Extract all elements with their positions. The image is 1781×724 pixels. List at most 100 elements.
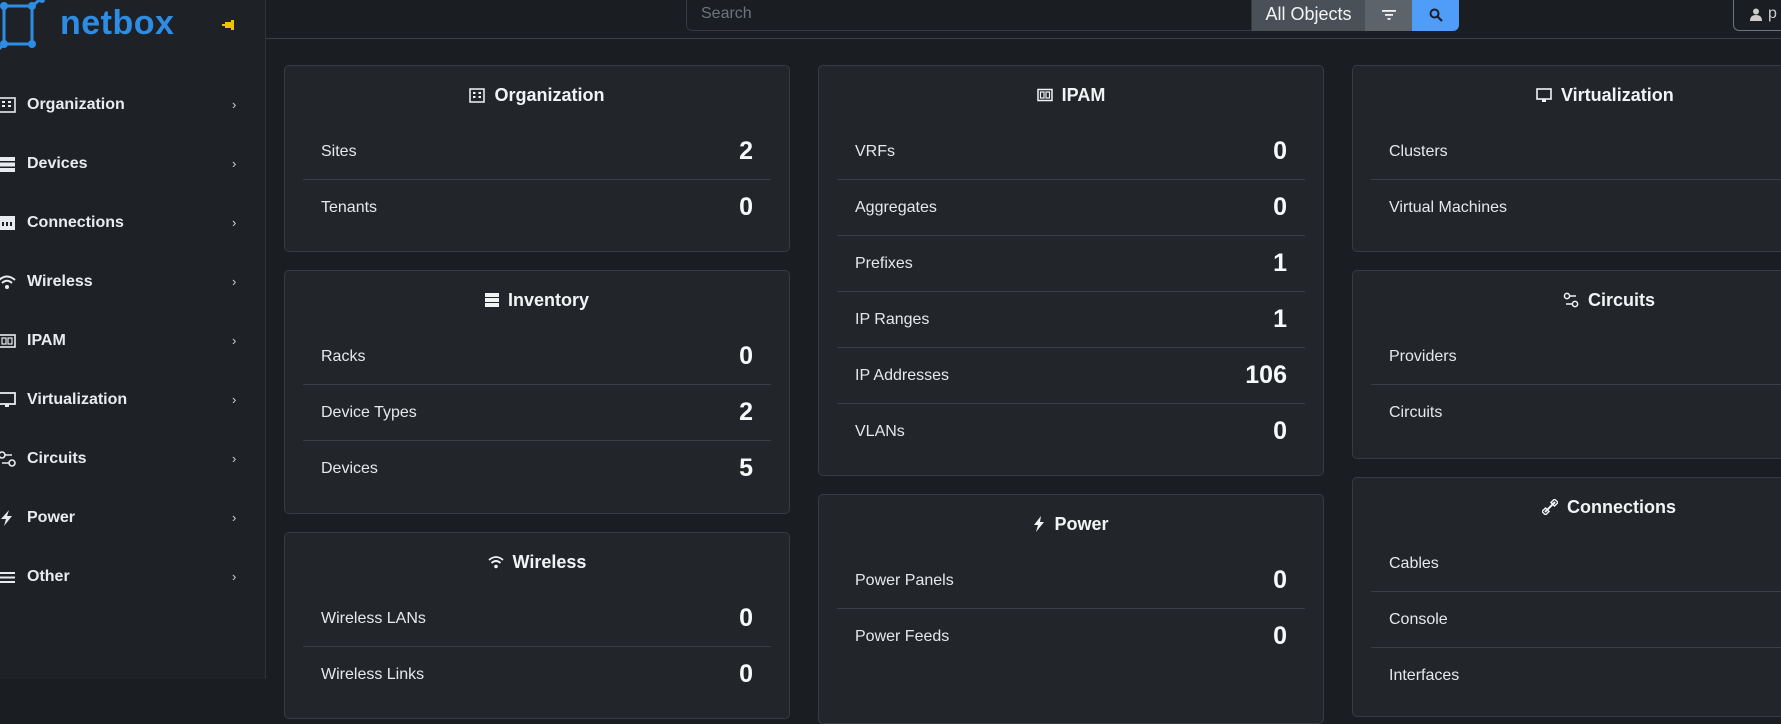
chevron-right-icon: › [232,274,237,289]
stat-row-circuits[interactable]: Circuits [1371,385,1781,440]
stat-label: VLANs [855,422,905,440]
stat-row-vlans[interactable]: VLANs 0 [837,404,1305,459]
card-wireless: Wireless Wireless LANs 0 Wireless Links 0 [284,532,790,719]
stat-row-devices[interactable]: Devices 5 [303,441,771,496]
card-title: Power [819,495,1323,553]
monitor-icon [0,390,18,410]
sidebar-item-power[interactable]: Power › [0,488,265,547]
card-title: Wireless [285,533,789,591]
stat-row-ip-ranges[interactable]: IP Ranges 1 [837,292,1305,348]
stat-count: 0 [739,660,753,688]
stat-label: Wireless LANs [321,609,426,627]
stat-row-virtual-machines[interactable]: Virtual Machines [1371,180,1781,235]
transit-connection-icon [0,449,18,469]
sidebar-item-circuits[interactable]: Circuits › [0,429,265,488]
stat-count: 0 [739,342,753,370]
monitor-icon [1536,87,1552,103]
transit-connection-icon [1563,292,1579,308]
card-title-text: IPAM [1061,84,1106,105]
netbox-logo-icon [0,0,45,51]
stat-label: Prefixes [855,254,913,272]
stat-row-aggregates[interactable]: Aggregates 0 [837,180,1305,236]
stat-label: Aggregates [855,198,937,216]
card-organization: Organization Sites 2 Tenants 0 [284,65,790,252]
sidebar-item-connections[interactable]: Connections › [0,193,265,252]
stat-label: IP Ranges [855,310,930,328]
stat-row-providers[interactable]: Providers [1371,329,1781,385]
stat-label: Wireless Links [321,665,425,683]
stat-row-device-types[interactable]: Device Types 2 [303,385,771,441]
stat-row-interfaces[interactable]: Interfaces [1371,648,1781,703]
search-icon [1429,8,1443,22]
sidebar-item-virtualization[interactable]: Virtualization › [0,370,265,429]
cable-icon [1542,499,1558,515]
server-icon [0,154,18,174]
user-name: p [1768,5,1777,22]
sidebar-item-label: Organization [27,95,125,113]
filter-icon [1381,9,1396,20]
brand[interactable]: netbox [0,0,265,51]
stat-count: 1 [1273,305,1287,333]
stat-count: 0 [1273,193,1287,221]
sidebar-nav: Organization › Devices › Connections › W… [0,75,265,606]
stat-row-wireless-lans[interactable]: Wireless LANs 0 [303,591,771,647]
stat-row-console[interactable]: Console [1371,592,1781,648]
card-title: Circuits [1353,271,1781,329]
menu-icon [0,567,18,587]
card-connections: Connections Cables Console Interfaces [1352,477,1781,717]
stat-label: Sites [321,142,357,160]
ethernet-icon [0,213,18,233]
sidebar-item-wireless[interactable]: Wireless › [0,252,265,311]
stat-count: 1 [1273,249,1287,277]
brand-name: netbox [60,4,175,42]
sidebar-item-organization[interactable]: Organization › [0,75,265,134]
sidebar-item-label: Other [27,567,70,585]
stat-row-power-feeds[interactable]: Power Feeds 0 [837,609,1305,664]
sidebar-item-devices[interactable]: Devices › [0,134,265,193]
counter-icon [1036,88,1053,102]
object-type-dropdown[interactable]: All Objects [1252,0,1365,31]
search-button[interactable] [1412,0,1459,31]
filter-button[interactable] [1365,0,1412,31]
pin-icon[interactable] [222,20,236,30]
stat-count: 0 [1273,566,1287,594]
chevron-right-icon: › [232,392,237,407]
search-input[interactable] [686,0,1252,31]
stat-row-power-panels[interactable]: Power Panels 0 [837,553,1305,609]
sidebar-item-label: Connections [27,213,124,231]
stat-label: Devices [321,459,378,477]
sidebar-item-label: Circuits [27,449,87,467]
user-icon [1750,8,1762,21]
stat-row-prefixes[interactable]: Prefixes 1 [837,236,1305,292]
card-title-text: Power [1054,513,1109,534]
global-search: All Objects [686,0,1460,31]
wifi-icon [0,272,18,292]
card-circuits: Circuits Providers Circuits [1352,270,1781,459]
stat-row-cables[interactable]: Cables [1371,536,1781,592]
stat-row-racks[interactable]: Racks 0 [303,329,771,385]
card-title-text: Inventory [507,289,590,310]
user-menu-button[interactable]: p [1733,0,1781,31]
stat-label: Racks [321,347,366,365]
stat-label: Clusters [1389,142,1448,160]
stat-row-ip-addresses[interactable]: IP Addresses 106 [837,348,1305,404]
stat-row-tenants[interactable]: Tenants 0 [303,180,771,235]
stat-row-vrfs[interactable]: VRFs 0 [837,124,1305,180]
card-title-text: Wireless [512,551,587,572]
sidebar-item-ipam[interactable]: IPAM › [0,311,265,370]
chevron-right-icon: › [232,451,237,466]
stat-count: 106 [1245,361,1287,389]
chevron-right-icon: › [232,510,237,525]
stat-label: IP Addresses [855,366,949,384]
stat-row-wireless-links[interactable]: Wireless Links 0 [303,647,771,702]
stat-count: 2 [739,137,753,165]
stat-count: 0 [1273,137,1287,165]
stat-count: 2 [739,398,753,426]
stat-row-clusters[interactable]: Clusters [1371,124,1781,180]
sidebar-item-other[interactable]: Other › [0,547,265,606]
stat-row-sites[interactable]: Sites 2 [303,124,771,180]
card-title-text: Virtualization [1561,84,1674,105]
stat-label: Power Feeds [855,627,950,645]
stat-count: 0 [1273,622,1287,650]
lightning-icon [1033,516,1045,532]
